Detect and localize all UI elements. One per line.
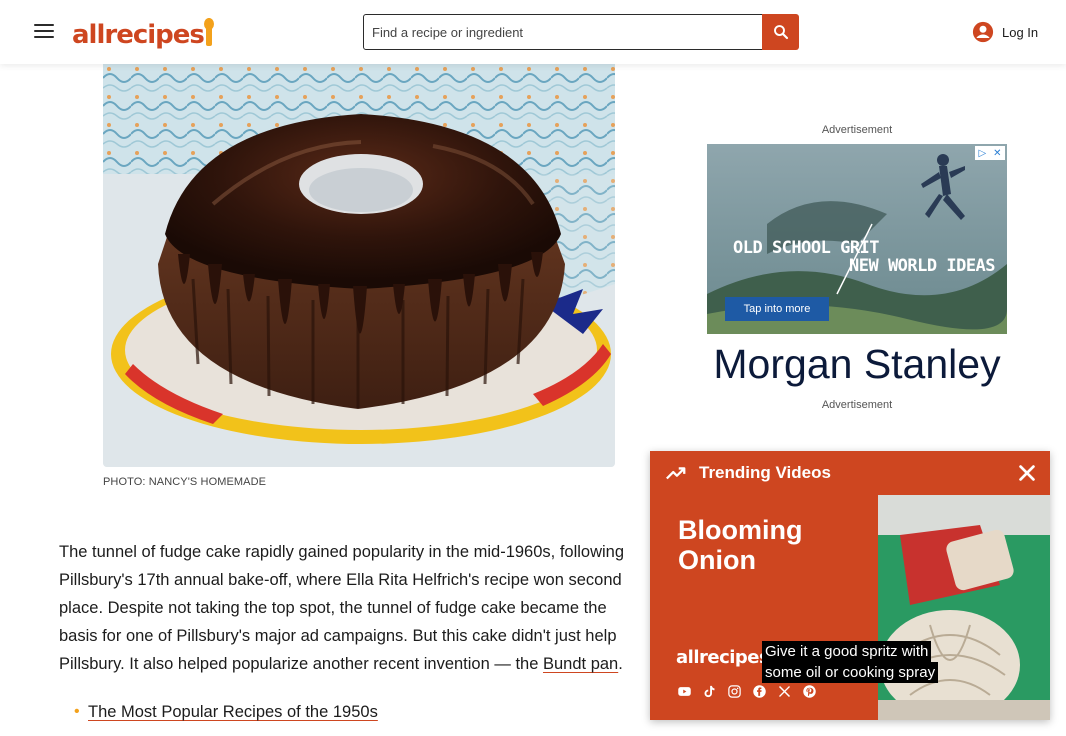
hamburger-menu-icon[interactable] (30, 20, 58, 44)
video-caption-line-2: some oil or cooking spray (762, 662, 939, 683)
x-icon[interactable] (776, 683, 793, 700)
ad-cta-button[interactable]: Tap into more (725, 297, 829, 321)
article-photo (103, 64, 615, 467)
bundt-cake-photo (103, 64, 615, 467)
bundt-pan-link[interactable]: Bundt pan (543, 655, 618, 673)
video-player[interactable]: Blooming Onion allrecipes Give it a good… (650, 495, 1050, 720)
ad-choices-icon[interactable]: ▷ ✕ (975, 146, 1005, 160)
login-label: Log In (1002, 24, 1039, 40)
ad-brand: Morgan Stanley (713, 340, 1001, 387)
trending-up-icon (666, 467, 686, 480)
paragraph-end: . (618, 655, 623, 673)
video-headline: Blooming Onion (678, 515, 803, 575)
video-logo: allrecipes (676, 647, 770, 668)
facebook-icon[interactable] (751, 683, 768, 700)
site-header: allrecipes Log In (0, 0, 1066, 64)
search-button[interactable] (762, 14, 799, 50)
account-circle-icon (972, 21, 994, 43)
search-input[interactable] (363, 14, 763, 50)
instagram-icon[interactable] (726, 683, 743, 700)
paragraph-text: The tunnel of fudge cake rapidly gained … (59, 543, 625, 673)
youtube-icon[interactable] (676, 683, 693, 700)
ad-headline-1: OLD SCHOOL GRIT (733, 238, 880, 258)
login-button[interactable]: Log In (972, 20, 1038, 44)
trending-videos-panel: Trending Videos Blooming Onion allrecipe… (650, 451, 1050, 720)
logo-spoon-icon (203, 18, 214, 46)
trending-videos-title: Trending Videos (699, 463, 831, 482)
site-logo[interactable]: allrecipes (72, 14, 214, 50)
tiktok-icon[interactable] (701, 683, 718, 700)
close-icon[interactable] (1016, 462, 1038, 484)
logo-text: allrecipes (72, 20, 205, 50)
advertisement[interactable]: ▷ ✕ OLD SCHOOL GRIT NEW WORLD IDEAS Tap i… (707, 144, 1007, 394)
ad-label-top: Advertisement (821, 124, 893, 136)
ad-label-bottom: Advertisement (821, 399, 893, 411)
photo-caption: PHOTO: NANCY'S HOMEMADE (103, 476, 267, 488)
related-link[interactable]: The Most Popular Recipes of the 1950s (88, 703, 378, 721)
pinterest-icon[interactable] (801, 683, 818, 700)
social-icons (676, 683, 818, 700)
list-item: The Most Popular Recipes of the 1950s (74, 700, 378, 724)
search-bar (363, 14, 799, 50)
trending-videos-header: Trending Videos (650, 451, 1050, 495)
article-paragraph: The tunnel of fudge cake rapidly gained … (59, 538, 649, 678)
video-caption-line-1: Give it a good spritz with (762, 641, 932, 662)
video-caption: Give it a good spritz with some oil or c… (762, 641, 939, 683)
search-icon (773, 25, 788, 40)
related-links-list: The Most Popular Recipes of the 1950s (74, 700, 378, 724)
ad-headline-2: NEW WORLD IDEAS (849, 256, 996, 276)
